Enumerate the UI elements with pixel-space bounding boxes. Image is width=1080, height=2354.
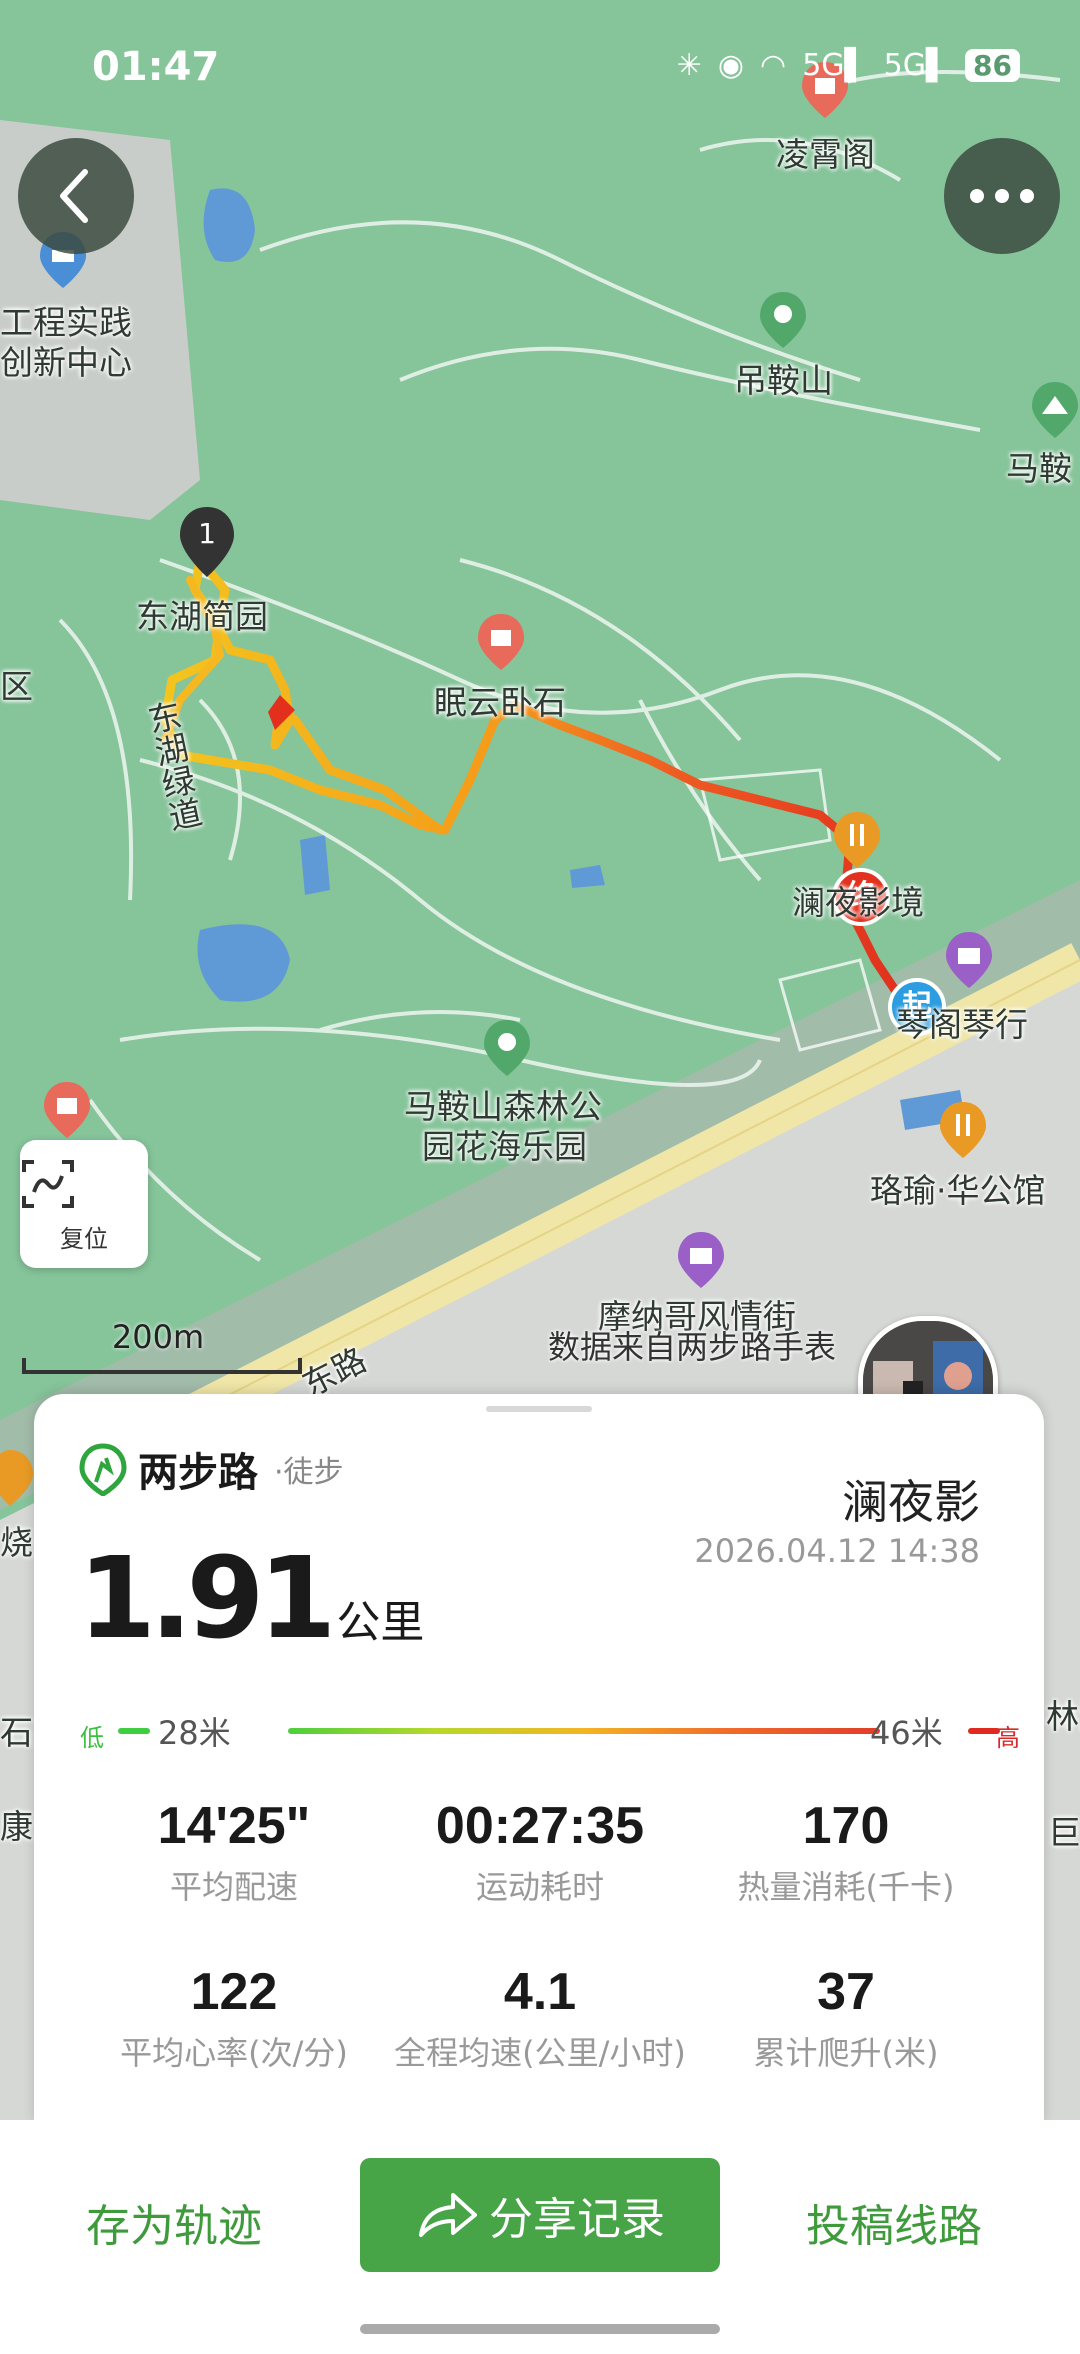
save-track-button[interactable]: 存为轨迹 [86, 2190, 262, 2254]
status-time: 01:47 [92, 44, 220, 90]
share-record-button[interactable]: 分享记录 [360, 2158, 720, 2272]
map-label-district: 区 [0, 667, 33, 706]
submit-route-button[interactable]: 投稿线路 [806, 2190, 982, 2254]
more-options-button[interactable] [944, 138, 1060, 254]
brand-name: 两步路 [138, 1450, 258, 1496]
map-label-engineering: 创新中心 [0, 343, 132, 382]
signal-icon: 5G▌ [802, 48, 868, 83]
gesture-nav-bar[interactable] [360, 2324, 720, 2334]
scenic-pin-icon [478, 614, 524, 670]
signal-icon: 5G▌ [883, 48, 950, 83]
data-source-watermark: 数据来自两步路手表 [548, 1328, 837, 1366]
elevation-high-label: 高 [996, 1724, 1020, 1752]
recenter-icon [22, 1160, 74, 1208]
reset-location-button[interactable]: 复位 [20, 1140, 148, 1268]
reset-label: 复位 [60, 1225, 108, 1253]
bluetooth-icon: ✳ [676, 48, 702, 83]
elevation-gradient [288, 1728, 880, 1734]
activity-datetime: 2026.04.12 14:38 [694, 1532, 980, 1570]
stat-label: 累计爬升(米) [753, 2034, 939, 2072]
location-icon: ◉ [717, 48, 744, 83]
elevation-low-label: 低 [80, 1724, 104, 1752]
stat-value: 14'25" [157, 1797, 311, 1855]
more-icon [970, 189, 1034, 203]
map-scale: 200m [22, 1318, 302, 1374]
map-label-edge: 石 [0, 1713, 33, 1752]
stat-duration: 00:27:35 运动耗时 [390, 1796, 690, 1908]
scenic-pin-icon [44, 1082, 90, 1138]
chevron-left-icon [60, 169, 88, 223]
drag-handle[interactable] [486, 1406, 592, 1412]
stat-value: 00:27:35 [435, 1797, 645, 1855]
share-arrow-icon [419, 2193, 477, 2237]
map-label-maan: 马鞍 [1006, 449, 1072, 488]
park-pin-icon [484, 1020, 530, 1076]
stat-calories: 170 热量消耗(千卡) [696, 1796, 996, 1908]
waypoint-marker[interactable]: 1 [178, 505, 236, 579]
user-name: 澜夜影 [842, 1475, 980, 1529]
bottom-action-bar: 存为轨迹 分享记录 投稿线路 [0, 2120, 1080, 2354]
elevation-range-bar: 低 28米 46米 高 [80, 1706, 1020, 1756]
restaurant-pin-icon [940, 1102, 986, 1158]
map-label-forest: 园花海乐园 [422, 1127, 587, 1166]
map-label-diaoan: 吊鞍山 [734, 361, 833, 400]
stat-heart-rate: 122 平均心率(次/分) [84, 1962, 384, 2074]
map-label-edge: 林湖 [1046, 1697, 1080, 1736]
map-label-edge: 烧 [0, 1523, 33, 1562]
scale-label: 200m [111, 1318, 205, 1356]
map-label-donghu: 东湖简园 [136, 597, 268, 636]
stat-value: 4.1 [503, 1963, 577, 2021]
wifi-icon: ◠ [760, 48, 787, 83]
distance-display: 1.91 公里 [78, 1534, 424, 1664]
activity-type: ·徒步 [274, 1455, 344, 1490]
stat-label: 平均配速 [169, 1868, 298, 1906]
stat-label: 平均心率(次/分) [120, 2034, 348, 2072]
activity-summary-card: 两步路 ·徒步 澜夜影 2026.04.12 14:38 1.91 公里 低 28… [34, 1394, 1044, 2124]
waypoint-number: 1 [198, 517, 216, 550]
stat-value: 37 [817, 1963, 875, 2021]
stat-value: 170 [802, 1797, 890, 1855]
status-bar: 01:47 ✳ ◉ ◠ 5G▌ 5G▌ 86 [0, 0, 1080, 140]
map-label-edge: 巨 [1048, 1813, 1080, 1852]
stat-elevation-gain: 37 累计爬升(米) [696, 1962, 996, 2074]
shop-pin-icon [678, 1232, 724, 1288]
stat-label: 运动耗时 [475, 1868, 604, 1906]
elevation-min: 28米 [158, 1714, 231, 1752]
brand-row: 两步路 ·徒步 [78, 1440, 344, 1498]
stat-label: 全程均速(公里/小时) [394, 2034, 686, 2072]
share-label: 分享记录 [489, 2194, 665, 2245]
map-label-luoyu: 珞瑜·华公馆 [870, 1171, 1046, 1210]
scale-bar [22, 1358, 302, 1374]
restaurant-pin-icon [0, 1450, 33, 1506]
mountain-pin-icon [760, 292, 806, 348]
stat-avg-pace: 14'25" 平均配速 [84, 1796, 384, 1908]
restaurant-pin-icon [834, 812, 880, 868]
elevation-max: 46米 [870, 1714, 943, 1752]
back-button[interactable] [18, 138, 134, 254]
battery-indicator: 86 [965, 49, 1020, 82]
map-label-lanye: 澜夜影境 [792, 883, 924, 922]
shop-pin-icon [946, 932, 992, 988]
map-label-qinhang: 琴阁琴行 [896, 1005, 1028, 1044]
elevation-low-swatch [118, 1728, 150, 1734]
stat-label: 热量消耗(千卡) [737, 1868, 955, 1906]
stat-avg-speed: 4.1 全程均速(公里/小时) [390, 1962, 690, 2074]
map-label-edge: 康 [0, 1807, 33, 1846]
mountain-pin-icon [1032, 382, 1078, 438]
brand-logo-icon [79, 1443, 127, 1496]
map-label-mianyun: 眠云卧石 [434, 683, 566, 722]
stat-value: 122 [190, 1963, 278, 2021]
distance-unit: 公里 [336, 1597, 425, 1648]
distance-value: 1.91 [78, 1534, 336, 1664]
status-icons: ✳ ◉ ◠ 5G▌ 5G▌ 86 [677, 48, 1020, 83]
